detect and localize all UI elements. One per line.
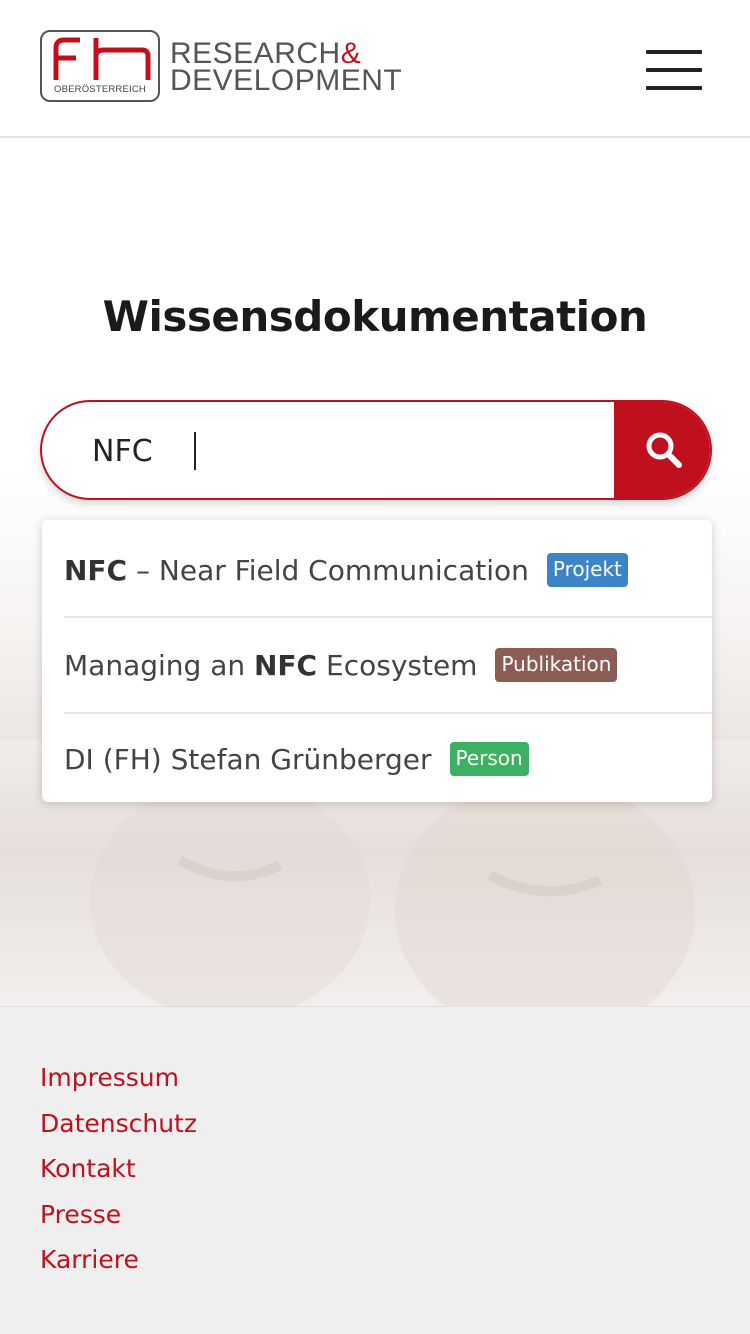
fh-logo-mark: OBERÖSTERREICH xyxy=(40,30,160,102)
hero-section: Wissensdokumentation NFC – Near Field Co… xyxy=(0,140,750,1006)
site-header: OBERÖSTERREICH RESEARCH& DEVELOPMENT xyxy=(0,0,750,138)
footer-link-karriere[interactable]: Karriere xyxy=(40,1245,139,1274)
footer-link-presse[interactable]: Presse xyxy=(40,1200,121,1229)
footer-link-datenschutz[interactable]: Datenschutz xyxy=(40,1109,197,1138)
footer-link-impressum[interactable]: Impressum xyxy=(40,1063,179,1092)
suggestion-item-projekt[interactable]: NFC – Near Field Communication Projekt xyxy=(64,524,712,616)
suggestion-text: DI (FH) Stefan Grünberger xyxy=(64,742,432,776)
search-button[interactable] xyxy=(614,402,710,498)
text-caret xyxy=(194,432,196,470)
logo-line-2: DEVELOPMENT xyxy=(170,64,403,97)
fh-logo-icon xyxy=(53,37,151,80)
badge-person: Person xyxy=(449,742,529,776)
logo-subtitle: OBERÖSTERREICH xyxy=(53,84,146,95)
suggestion-item-person[interactable]: DI (FH) Stefan Grünberger Person xyxy=(64,712,712,804)
suggestion-text: NFC – Near Field Communication xyxy=(64,553,529,587)
site-footer: Impressum Datenschutz Kontakt Presse Kar… xyxy=(0,1006,750,1334)
hamburger-menu-icon[interactable] xyxy=(640,48,704,92)
badge-projekt: Projekt xyxy=(546,553,628,587)
page-title: Wissensdokumentation xyxy=(102,292,648,341)
suggestion-text: Managing an NFC Ecosystem xyxy=(64,648,478,682)
search-input[interactable] xyxy=(92,424,592,478)
search-icon xyxy=(646,432,682,468)
search-bar xyxy=(40,400,712,500)
fh-logo[interactable]: OBERÖSTERREICH RESEARCH& DEVELOPMENT xyxy=(40,30,402,104)
logo-wordmark: RESEARCH& DEVELOPMENT xyxy=(170,39,403,97)
footer-link-kontakt[interactable]: Kontakt xyxy=(40,1154,136,1183)
search-suggestions-dropdown: NFC – Near Field Communication Projekt M… xyxy=(42,520,712,802)
badge-publikation: Publikation xyxy=(495,648,618,682)
suggestion-item-publikation[interactable]: Managing an NFC Ecosystem Publikation xyxy=(64,616,712,712)
